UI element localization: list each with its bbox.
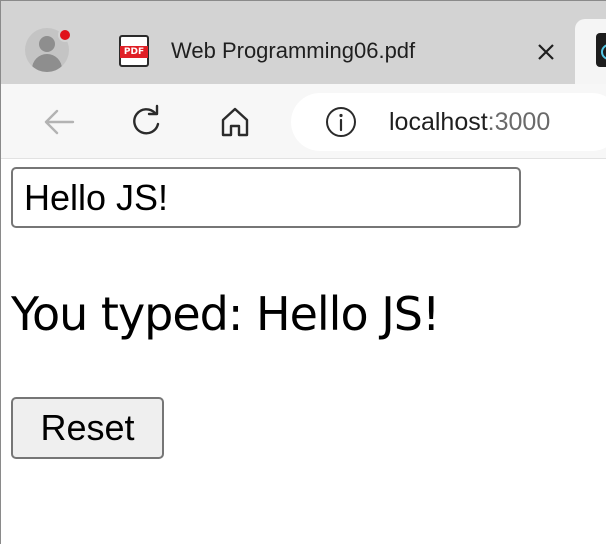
close-icon[interactable] (533, 39, 559, 65)
text-input[interactable]: Hello JS! (11, 167, 521, 228)
browser-window: PDF Web Programming06.pdf localhost:3000… (0, 0, 606, 544)
tab-react-app[interactable] (575, 19, 606, 85)
info-icon[interactable] (325, 106, 357, 138)
typed-value: Hello JS! (256, 287, 440, 341)
address-bar[interactable]: localhost:3000 (291, 93, 606, 151)
url-port: :3000 (487, 108, 551, 136)
notification-badge (58, 28, 72, 42)
home-icon[interactable] (215, 102, 255, 142)
url-text[interactable]: localhost:3000 (389, 107, 550, 137)
pdf-icon-label: PDF (120, 46, 148, 58)
reset-button[interactable]: Reset (11, 397, 164, 459)
react-app-favicon (596, 33, 606, 67)
typed-label: You typed: (11, 287, 256, 341)
url-host: localhost (389, 108, 488, 136)
typed-output: You typed: Hello JS! (11, 287, 440, 341)
browser-toolbar: localhost:3000 (1, 84, 606, 159)
arrow-left-icon[interactable] (39, 102, 79, 142)
tab-strip: PDF Web Programming06.pdf (1, 1, 606, 85)
page-content: Hello JS! You typed: Hello JS! Reset (1, 159, 606, 544)
reload-icon[interactable] (127, 102, 167, 142)
pdf-icon: PDF (119, 35, 149, 67)
tab-title[interactable]: Web Programming06.pdf (171, 37, 415, 65)
